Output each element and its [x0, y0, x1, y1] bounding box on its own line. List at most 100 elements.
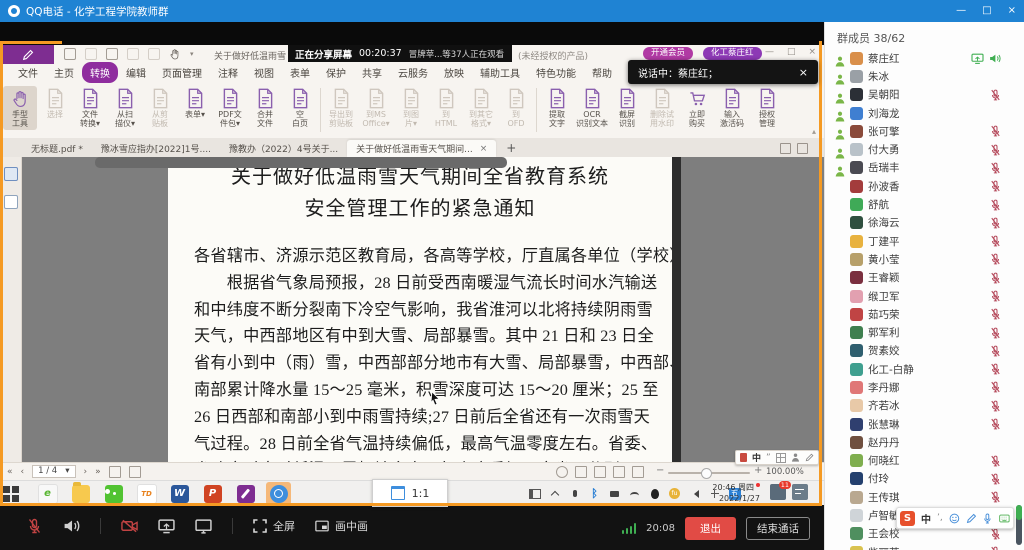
prev-page-button[interactable]: ‹	[21, 467, 25, 477]
tray-icon[interactable]	[608, 486, 621, 501]
menu-tab[interactable]: 文件	[10, 62, 46, 83]
member-row[interactable]: 丁建平	[825, 232, 1024, 250]
undo-icon[interactable]	[127, 48, 139, 60]
hand-tool-icon[interactable]	[169, 48, 181, 60]
account-button[interactable]: 化工蔡庄红	[703, 47, 762, 60]
document-tab[interactable]: 豫冰雪应指办[2022]1号.... ×	[92, 140, 220, 157]
ribbon-button[interactable]: 到MS Office▾	[359, 86, 393, 130]
new-tab-button[interactable]: +	[496, 141, 526, 157]
ime-punctuation-toggle[interactable]: ”	[766, 453, 771, 463]
zoom-slider[interactable]	[668, 472, 750, 474]
document-tab[interactable]: 豫教办（2022）4号关于... ×	[220, 140, 347, 157]
menu-tab[interactable]: 辅助工具	[472, 62, 528, 83]
tray-icon[interactable]: ᛒ	[588, 486, 601, 501]
horizontal-scrollbar-thumb[interactable]	[95, 157, 507, 168]
taskbar-app-icon[interactable]	[101, 482, 126, 505]
pdf-close-button[interactable]: ×	[808, 47, 816, 57]
tray-icon[interactable]	[568, 486, 581, 501]
vip-button[interactable]: 开通会员	[643, 47, 693, 60]
menu-tab[interactable]: 注释	[210, 62, 246, 83]
single-page-view-icon[interactable]	[109, 466, 121, 478]
ribbon-button[interactable]: 表单▾	[178, 86, 212, 130]
ribbon-button[interactable]: 到 HTML	[429, 86, 463, 130]
member-row[interactable]: 何晓红	[825, 452, 1024, 470]
pencil-icon[interactable]	[966, 513, 977, 524]
ribbon-button[interactable]: 截屏 识别	[610, 86, 644, 130]
last-page-button[interactable]: »	[95, 467, 101, 477]
member-row[interactable]: 徐海云	[825, 214, 1024, 232]
ime-language-toggle[interactable]: 中	[752, 451, 761, 464]
member-row[interactable]: 王睿颖	[825, 269, 1024, 287]
menu-tab[interactable]: 编辑	[118, 62, 154, 83]
message-tray-icon[interactable]: 11	[770, 484, 786, 500]
page-fit-icon[interactable]	[575, 466, 587, 478]
member-row[interactable]: 李丹娜	[825, 378, 1024, 396]
rotate-view-icon[interactable]	[556, 466, 568, 478]
ribbon-button[interactable]: 从扫 描仪▾	[108, 86, 142, 130]
zoom-level[interactable]: 100.00%	[766, 467, 804, 477]
ribbon-button[interactable]: 导出到 剪贴板	[324, 86, 358, 130]
member-row[interactable]: 孙波香	[825, 177, 1024, 195]
member-row[interactable]: 化工-白静	[825, 360, 1024, 378]
page-number-input[interactable]: 1 / 4 ▾	[32, 465, 75, 478]
member-row[interactable]: 黄小莹	[825, 250, 1024, 268]
menu-tab[interactable]: 保护	[318, 62, 354, 83]
menu-tab[interactable]: 页面管理	[154, 62, 210, 83]
ribbon-button[interactable]: 选择	[38, 86, 72, 130]
sogou-language-toggle[interactable]: 中	[921, 511, 931, 526]
fullscreen-button[interactable]: 全屏	[253, 518, 295, 534]
member-row[interactable]: 柴丽芳	[825, 543, 1024, 550]
ribbon-button[interactable]: 立即 购买	[680, 86, 714, 130]
ribbon-button[interactable]: 手型 工具	[3, 86, 37, 130]
tab-close-icon[interactable]: ×	[480, 144, 488, 154]
taskbar-app-icon[interactable]	[233, 482, 258, 505]
menu-tab[interactable]: 转换	[82, 62, 118, 83]
tray-icon[interactable]	[688, 486, 701, 501]
member-row[interactable]: 朱冰	[825, 67, 1024, 85]
taskbar-app-icon[interactable]: e	[35, 482, 60, 505]
close-button[interactable]: ×	[1008, 0, 1016, 22]
save-icon[interactable]	[85, 48, 97, 60]
pdf-app-logo-icon[interactable]	[2, 45, 54, 64]
menu-tab[interactable]: 表单	[282, 62, 318, 83]
continuous-view-icon[interactable]	[129, 466, 141, 478]
taskbar-app-icon[interactable]: W	[167, 482, 192, 505]
ribbon-button[interactable]: 授权 管理	[750, 86, 784, 130]
ribbon-button[interactable]: 空 白页	[283, 86, 317, 130]
member-row[interactable]: 王传琪	[825, 488, 1024, 506]
ribbon-button[interactable]: 到图 片▾	[394, 86, 428, 130]
member-row[interactable]: 岳瑞丰	[825, 159, 1024, 177]
pdf-restore-button[interactable]: □	[787, 47, 796, 57]
ime-user-icon[interactable]	[791, 453, 800, 462]
member-row[interactable]: 吴朝阳	[825, 86, 1024, 104]
taskbar-app-icon[interactable]: TD	[134, 482, 159, 505]
ribbon-button[interactable]: 到其它 格式▾	[464, 86, 498, 130]
ime-logo-icon[interactable]	[740, 453, 747, 462]
member-row[interactable]: 张慧琳	[825, 415, 1024, 433]
demo-whiteboard-icon[interactable]	[195, 518, 212, 534]
first-page-button[interactable]: «	[7, 467, 13, 477]
menu-tab[interactable]: 视图	[246, 62, 282, 83]
share-screen-icon[interactable]	[158, 518, 175, 534]
member-row[interactable]: 茹巧荣	[825, 305, 1024, 323]
document-tab[interactable]: 无标题.pdf * ×	[22, 140, 92, 157]
member-row[interactable]: 付大勇	[825, 140, 1024, 158]
member-row[interactable]: 付玲	[825, 470, 1024, 488]
member-row[interactable]: 赵丹丹	[825, 433, 1024, 451]
member-row[interactable]: 舒航	[825, 195, 1024, 213]
ribbon-button[interactable]: 输入 激活码	[715, 86, 749, 130]
scroll-view-icon[interactable]	[632, 466, 644, 478]
ribbon-button[interactable]: 从剪 贴板	[143, 86, 177, 130]
menu-tab[interactable]: 特色功能	[528, 62, 584, 83]
taskbar-app-icon[interactable]	[2, 482, 27, 505]
menu-tab[interactable]: 放映	[436, 62, 472, 83]
toast-close-icon[interactable]: ×	[799, 66, 808, 79]
member-row[interactable]: 刘海龙	[825, 104, 1024, 122]
maximize-button[interactable]: □	[982, 0, 991, 22]
zoom-in-button[interactable]: +	[754, 465, 762, 476]
document-tab[interactable]: 关于做好低温雨雪天气期间... ×	[347, 140, 496, 157]
minimize-button[interactable]: —	[956, 0, 966, 22]
ribbon-button[interactable]: 到 OFD	[499, 86, 533, 130]
ribbon-button[interactable]: OCR 识别文本	[575, 86, 609, 130]
speaker-icon[interactable]	[63, 518, 80, 534]
